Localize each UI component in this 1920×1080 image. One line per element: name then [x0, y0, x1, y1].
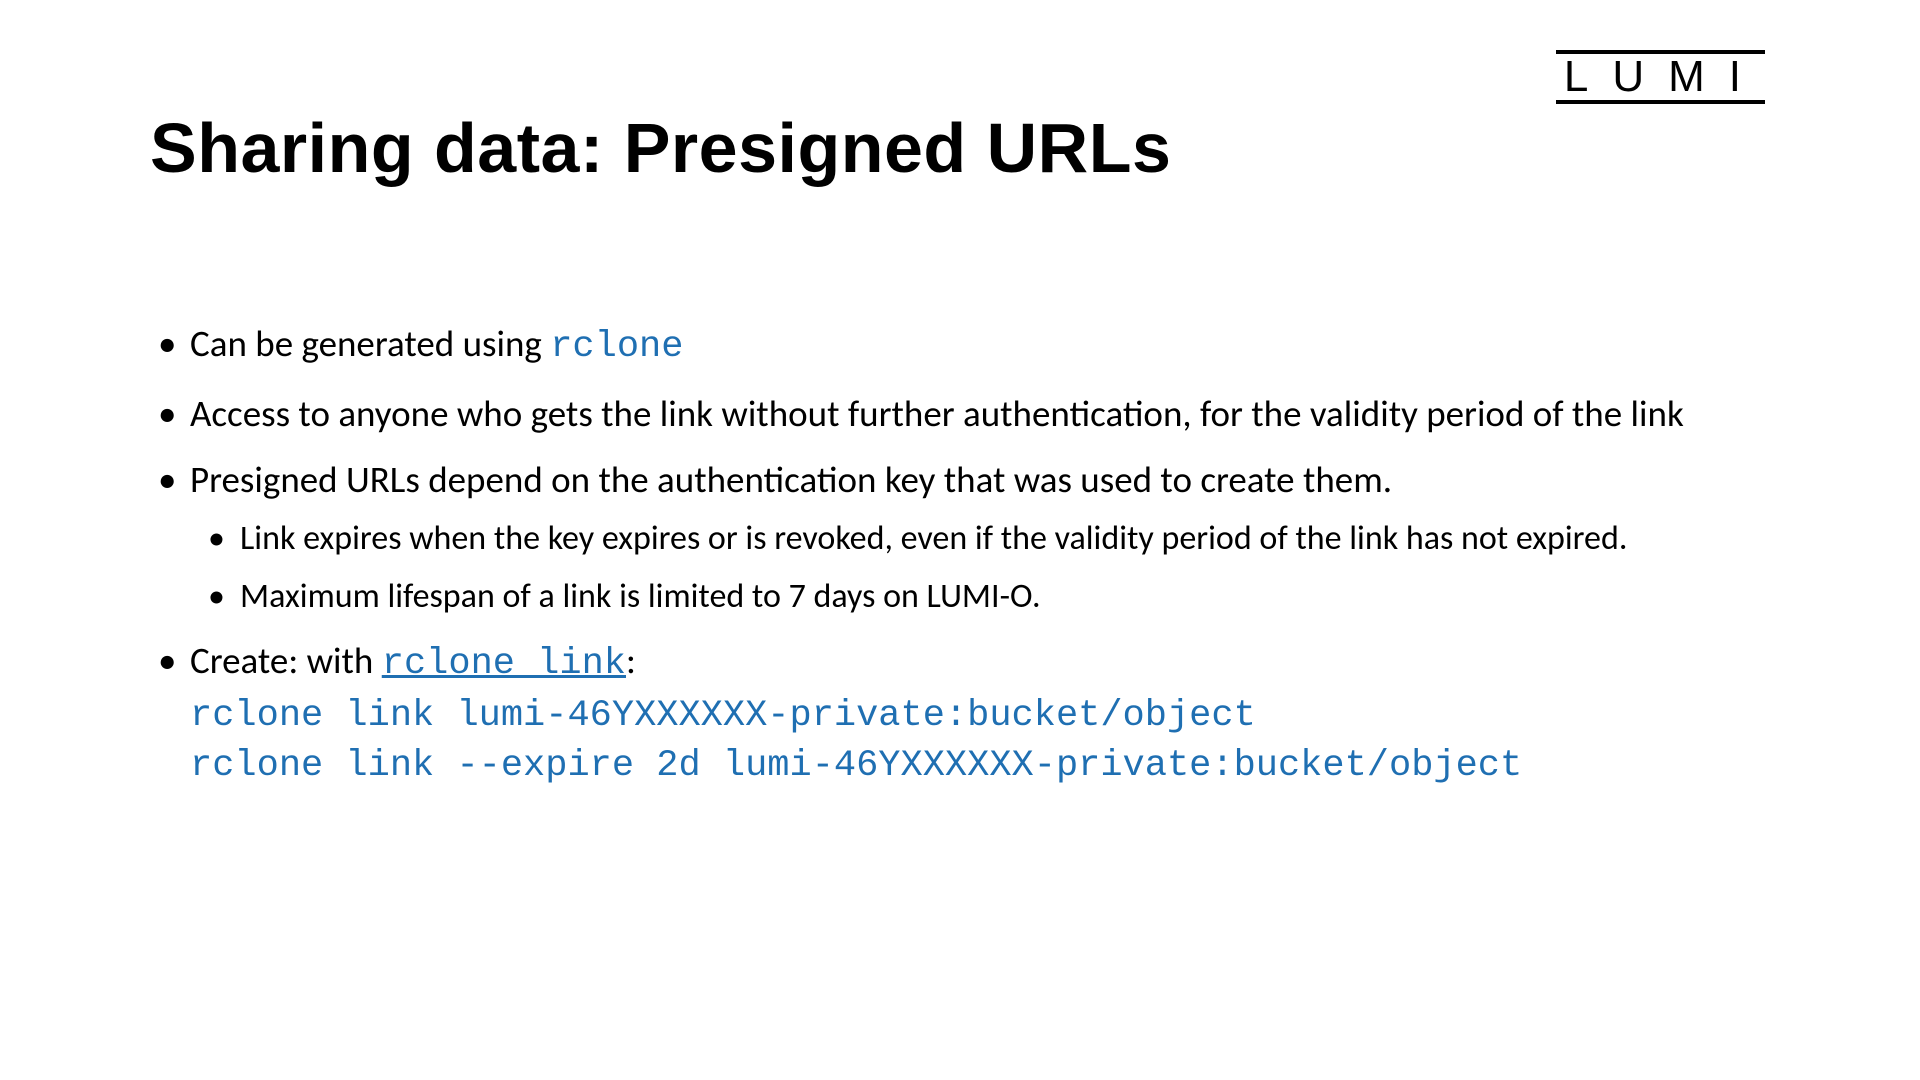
inline-code: rclone — [550, 326, 683, 368]
command-block: rclone link lumi-46YXXXXXX-private:bucke… — [190, 692, 1770, 792]
bullet-item: Access to anyone who gets the link witho… — [150, 388, 1770, 440]
slide-title: Sharing data: Presigned URLs — [150, 108, 1770, 188]
bullet-text: Link expires when the key expires or is … — [240, 518, 1627, 559]
bullet-text: Can be generated using — [190, 321, 550, 366]
bullet-text: : — [626, 638, 636, 683]
command-line: rclone link --expire 2d lumi-46YXXXXXX-p… — [190, 742, 1770, 792]
command-line: rclone link lumi-46YXXXXXX-private:bucke… — [190, 692, 1770, 742]
bullet-item: Can be generated using rclone — [150, 318, 1770, 374]
bullet-text: Presigned URLs depend on the authenticat… — [190, 457, 1392, 502]
bullet-text: Create: with — [190, 638, 382, 683]
slide: LUMI Sharing data: Presigned URLs Can be… — [0, 0, 1920, 1080]
rclone-link-command[interactable]: rclone link — [382, 643, 626, 685]
bullet-item: Presigned URLs depend on the authenticat… — [150, 454, 1770, 621]
sub-bullet-list: Link expires when the key expires or is … — [190, 515, 1770, 620]
bullet-item: Create: with rclone link: rclone link lu… — [150, 635, 1770, 793]
sub-bullet-item: Maximum lifespan of a link is limited to… — [190, 573, 1770, 621]
bullet-list: Can be generated using rclone Access to … — [150, 318, 1770, 792]
sub-bullet-item: Link expires when the key expires or is … — [190, 515, 1770, 563]
lumi-logo: LUMI — [1556, 50, 1765, 104]
bullet-text: Maximum lifespan of a link is limited to… — [240, 576, 1041, 617]
bullet-text: Access to anyone who gets the link witho… — [190, 391, 1684, 436]
